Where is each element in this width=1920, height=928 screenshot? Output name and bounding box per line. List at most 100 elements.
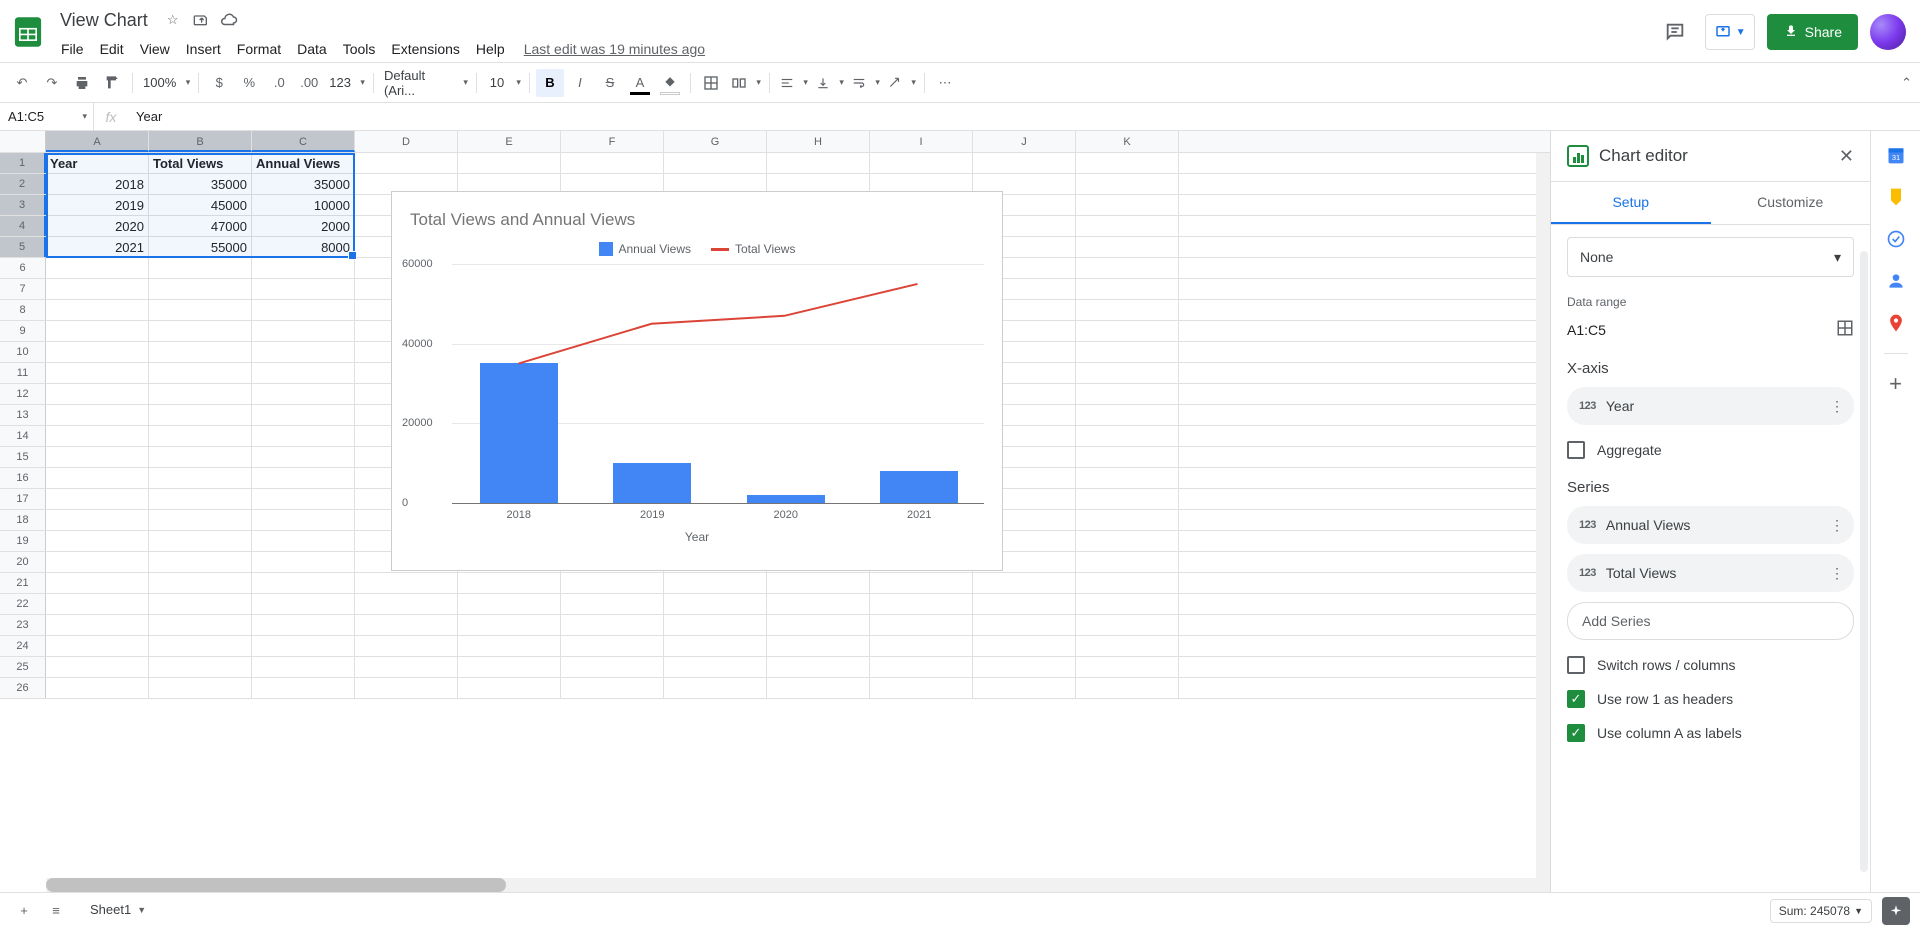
row-header[interactable]: 6 (0, 258, 46, 278)
cell[interactable] (252, 615, 355, 635)
row-header[interactable]: 24 (0, 636, 46, 656)
cell[interactable]: Year (46, 153, 149, 173)
cell[interactable] (252, 594, 355, 614)
redo-icon[interactable]: ↷ (38, 69, 66, 97)
text-color-button[interactable]: A (626, 69, 654, 97)
zoom-select[interactable]: 100% (139, 69, 192, 97)
sheets-logo[interactable] (8, 12, 48, 52)
more-icon[interactable]: ⋯ (931, 69, 959, 97)
cell[interactable] (1076, 573, 1179, 593)
use-colA-labels-checkbox[interactable]: ✓Use column A as labels (1567, 724, 1854, 742)
contacts-icon[interactable] (1884, 269, 1908, 293)
cell[interactable] (46, 426, 149, 446)
menu-view[interactable]: View (133, 37, 177, 61)
cell[interactable] (561, 153, 664, 173)
cell[interactable] (1076, 321, 1179, 341)
cell[interactable] (46, 510, 149, 530)
cell[interactable] (458, 678, 561, 698)
cell[interactable] (767, 657, 870, 677)
explore-button[interactable] (1882, 897, 1910, 925)
last-edit-link[interactable]: Last edit was 19 minutes ago (524, 41, 705, 57)
tab-customize[interactable]: Customize (1711, 182, 1871, 224)
row-header[interactable]: 19 (0, 531, 46, 551)
cell[interactable] (252, 447, 355, 467)
cell[interactable] (870, 636, 973, 656)
font-size-select[interactable]: 10 (483, 69, 523, 97)
col-header[interactable]: K (1076, 131, 1179, 152)
cell[interactable] (252, 279, 355, 299)
row-header[interactable]: 3 (0, 195, 46, 215)
h-align-button[interactable] (776, 69, 810, 97)
fill-color-button[interactable] (656, 69, 684, 97)
cell[interactable] (149, 384, 252, 404)
bold-button[interactable]: B (536, 69, 564, 97)
cell[interactable] (664, 657, 767, 677)
horizontal-scrollbar[interactable] (46, 878, 1550, 892)
italic-button[interactable]: I (566, 69, 594, 97)
row-header[interactable]: 11 (0, 363, 46, 383)
cell[interactable] (149, 405, 252, 425)
cell[interactable] (252, 321, 355, 341)
cell[interactable] (252, 510, 355, 530)
cell[interactable]: 2021 (46, 237, 149, 257)
calendar-icon[interactable]: 31 (1884, 143, 1908, 167)
cell[interactable] (252, 552, 355, 572)
cell[interactable] (252, 300, 355, 320)
cell[interactable] (252, 657, 355, 677)
cell[interactable] (252, 573, 355, 593)
col-header[interactable]: F (561, 131, 664, 152)
cell[interactable] (458, 636, 561, 656)
xaxis-chip[interactable]: 123Year⋮ (1567, 387, 1854, 425)
cell[interactable] (252, 468, 355, 488)
cell[interactable] (664, 594, 767, 614)
cell[interactable] (1076, 342, 1179, 362)
cell[interactable] (664, 615, 767, 635)
vertical-scrollbar[interactable] (1536, 153, 1550, 878)
cell[interactable] (252, 342, 355, 362)
cell[interactable] (458, 153, 561, 173)
menu-tools[interactable]: Tools (336, 37, 383, 61)
add-sheet-icon[interactable]: + (8, 895, 40, 927)
cell[interactable] (870, 615, 973, 635)
row-header[interactable]: 17 (0, 489, 46, 509)
cell[interactable] (561, 636, 664, 656)
percent-icon[interactable]: % (235, 69, 263, 97)
cell[interactable] (46, 552, 149, 572)
cell[interactable] (149, 510, 252, 530)
cell[interactable] (561, 615, 664, 635)
row-header[interactable]: 20 (0, 552, 46, 572)
menu-insert[interactable]: Insert (179, 37, 228, 61)
cell[interactable]: 2019 (46, 195, 149, 215)
keep-icon[interactable] (1884, 185, 1908, 209)
cell[interactable] (561, 678, 664, 698)
col-header[interactable]: I (870, 131, 973, 152)
cell[interactable] (149, 594, 252, 614)
cell[interactable]: 2018 (46, 174, 149, 194)
menu-extensions[interactable]: Extensions (384, 37, 466, 61)
row-header[interactable]: 9 (0, 321, 46, 341)
sheet-area[interactable]: A B C D E F G H I J K 1YearTotal ViewsAn… (0, 131, 1550, 892)
cell[interactable] (870, 594, 973, 614)
row-header[interactable]: 15 (0, 447, 46, 467)
col-header[interactable]: G (664, 131, 767, 152)
cell[interactable]: Annual Views (252, 153, 355, 173)
cell[interactable] (46, 447, 149, 467)
cell[interactable] (252, 531, 355, 551)
cell[interactable] (973, 573, 1076, 593)
sheet-tab[interactable]: Sheet1▼ (78, 896, 158, 925)
cell[interactable]: 2020 (46, 216, 149, 236)
cell[interactable] (973, 153, 1076, 173)
cell[interactable] (46, 363, 149, 383)
menu-file[interactable]: File (54, 37, 91, 61)
row-header[interactable]: 1 (0, 153, 46, 173)
cell[interactable] (149, 615, 252, 635)
row-header[interactable]: 10 (0, 342, 46, 362)
menu-edit[interactable]: Edit (93, 37, 131, 61)
cell[interactable] (1076, 258, 1179, 278)
select-range-icon[interactable] (1836, 319, 1854, 340)
cell[interactable] (458, 615, 561, 635)
col-header[interactable]: E (458, 131, 561, 152)
wrap-button[interactable] (848, 69, 882, 97)
cell[interactable] (664, 636, 767, 656)
cell[interactable] (149, 342, 252, 362)
